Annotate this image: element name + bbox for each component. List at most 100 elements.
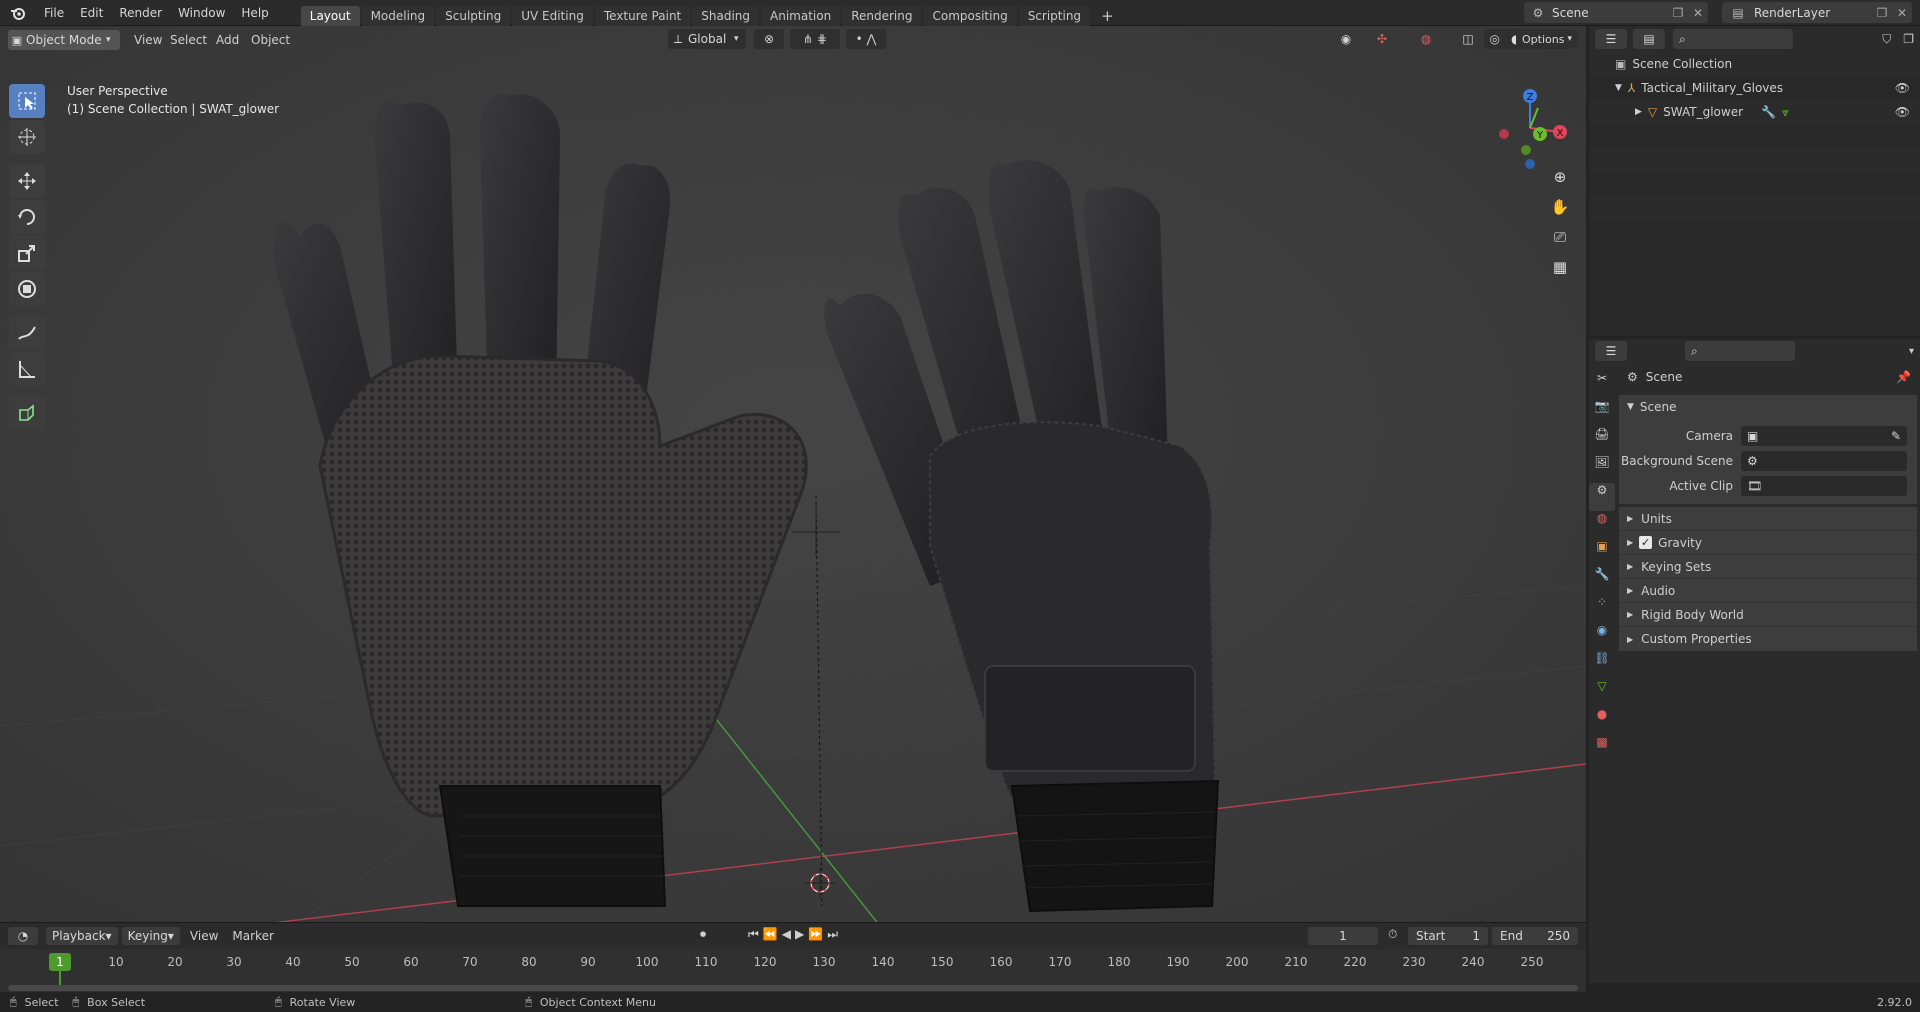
next-keyframe-icon[interactable]: ⏩ (808, 927, 827, 941)
playback-menu[interactable]: Playback ▾ (46, 927, 118, 945)
3d-viewport[interactable]: ▣ Object Mode ▾ View Select Add Object ⟂… (0, 26, 1586, 922)
tab-scripting[interactable]: Scripting (1018, 5, 1091, 26)
menu-edit[interactable]: Edit (72, 0, 111, 26)
pin-icon[interactable]: 📌 (1896, 370, 1911, 384)
particles-tab-icon[interactable]: ⁘ (1589, 595, 1615, 623)
tab-shading[interactable]: Shading (692, 5, 759, 26)
overlays-toggle-icon[interactable]: ◍ (1410, 29, 1442, 49)
scene-section-header[interactable]: ▼ Scene (1619, 395, 1917, 419)
jump-start-icon[interactable]: ⏮ (748, 927, 763, 941)
tab-rendering[interactable]: Rendering (842, 5, 922, 26)
viewport-menu-add[interactable]: Add (210, 30, 245, 50)
custom-properties-subpanel[interactable]: ▶ Custom Properties (1619, 627, 1917, 651)
expand-arrow-icon[interactable]: ▶ (1635, 107, 1642, 117)
keying-menu[interactable]: Keying ▾ (121, 927, 180, 945)
start-frame-field[interactable]: Start 1 (1408, 927, 1488, 945)
outliner-row-root[interactable]: ▣ Scene Collection (1589, 52, 1920, 76)
timeline-menu-view[interactable]: View (190, 929, 218, 943)
proportional-edit-icon[interactable]: • ⋀ (846, 29, 886, 49)
eye-icon[interactable]: 👁 (1895, 105, 1910, 119)
scene-selector[interactable]: ⚙ Scene ❐ ✕ (1524, 2, 1708, 23)
material-tab-icon[interactable]: ● (1589, 707, 1615, 735)
outliner-row-object[interactable]: ▶ ▽ SWAT_glower 🔧 ⩔ 👁 (1589, 100, 1920, 124)
rotate-tool[interactable] (9, 200, 45, 234)
constraints-tab-icon[interactable]: ⛓ (1589, 651, 1615, 679)
editor-type-icon[interactable]: ☰ (1595, 29, 1627, 49)
outliner-row-collection[interactable]: ▼ ⅄ Tactical_Military_Gloves 👁 (1589, 76, 1920, 100)
tab-compositing[interactable]: Compositing (923, 5, 1017, 26)
display-mode-icon[interactable]: ▤ (1633, 29, 1665, 49)
tab-sculpting[interactable]: Sculpting (436, 5, 511, 26)
delete-scene-icon[interactable]: ✕ (1688, 6, 1708, 20)
camera-field[interactable]: ▣ ✎ (1741, 425, 1907, 446)
viewport-menu-object[interactable]: Object (245, 30, 296, 50)
tool-settings-tab-icon[interactable]: ✂ (1589, 371, 1615, 399)
add-workspace-icon[interactable]: + (1092, 6, 1123, 26)
filter-icon[interactable]: ⛉ (1882, 32, 1891, 47)
rigid-body-world-subpanel[interactable]: ▶ Rigid Body World (1619, 603, 1917, 627)
texture-tab-icon[interactable]: ▩ (1589, 735, 1615, 763)
end-frame-field[interactable]: End 250 (1492, 927, 1578, 945)
transform-orientation-dropdown[interactable]: ⟂ Global ▾ (668, 29, 746, 49)
zoom-icon[interactable]: ⊕ (1548, 168, 1572, 198)
select-box-tool[interactable] (9, 84, 45, 118)
audio-subpanel[interactable]: ▶ Audio (1619, 579, 1917, 603)
outliner-search-input[interactable]: ⌕ (1673, 29, 1793, 49)
play-reverse-icon[interactable]: ◀ (782, 927, 795, 941)
new-collection-icon[interactable]: ❐ (1903, 32, 1914, 46)
physics-tab-icon[interactable]: ◉ (1589, 623, 1615, 651)
transform-tool[interactable] (9, 272, 45, 306)
keying-sets-subpanel[interactable]: ▶ Keying Sets (1619, 555, 1917, 579)
menu-help[interactable]: Help (233, 0, 276, 26)
gizmo-toggle-icon[interactable]: ✣ (1366, 29, 1398, 49)
active-clip-field[interactable]: 🎞 (1741, 475, 1907, 496)
properties-search-input[interactable]: ⌕ (1685, 341, 1795, 361)
eyedropper-icon[interactable]: ✎ (1891, 429, 1901, 443)
object-tab-icon[interactable]: ▣ (1589, 539, 1615, 567)
move-tool[interactable] (9, 164, 45, 198)
pivot-point-icon[interactable]: ⊗ (754, 29, 784, 49)
chevron-down-icon[interactable]: ▾ (1909, 346, 1914, 357)
output-tab-icon[interactable]: 🖨 (1589, 427, 1615, 455)
editor-type-icon[interactable]: ☰ (1595, 341, 1627, 361)
add-cube-tool[interactable] (9, 396, 45, 430)
play-icon[interactable]: ▶ (795, 927, 808, 941)
modifier-icon[interactable]: 🔧 (1761, 105, 1776, 119)
modifiers-tab-icon[interactable]: 🔧 (1589, 567, 1615, 595)
menu-window[interactable]: Window (170, 0, 233, 26)
tab-texture-paint[interactable]: Texture Paint (594, 5, 691, 26)
current-frame-field[interactable]: 1 (1308, 927, 1378, 945)
tab-uv-editing[interactable]: UV Editing (512, 5, 593, 26)
expand-arrow-icon[interactable]: ▼ (1615, 83, 1622, 93)
clock-icon[interactable]: ⏱ (1388, 927, 1397, 942)
viewport-menu-select[interactable]: Select (164, 30, 213, 50)
gravity-checkbox[interactable]: ✓ (1639, 536, 1653, 549)
scale-tool[interactable] (9, 236, 45, 270)
prev-keyframe-icon[interactable]: ⏪ (763, 927, 782, 941)
camera-view-icon[interactable]: ⎚ (1548, 228, 1572, 258)
jump-end-icon[interactable]: ⏭ (827, 927, 842, 941)
options-dropdown[interactable]: Options ▾ (1516, 30, 1578, 48)
record-icon[interactable]: ⏺ (700, 927, 706, 942)
blender-logo-icon[interactable] (0, 0, 36, 26)
tab-layout[interactable]: Layout (300, 5, 360, 26)
background-scene-field[interactable]: ⚙ (1741, 450, 1907, 471)
wireframe-shading-icon[interactable]: ◎ (1490, 32, 1500, 46)
eye-icon[interactable]: 👁 (1895, 81, 1910, 95)
measure-tool[interactable] (9, 352, 45, 386)
copy-layer-icon[interactable]: ❐ (1872, 6, 1892, 20)
mesh-data-icon[interactable]: ⩔ (1782, 105, 1789, 120)
view-layer-selector[interactable]: ▤ RenderLayer ❐ ✕ (1722, 2, 1912, 23)
xray-toggle-icon[interactable]: ◫ (1458, 29, 1478, 49)
mode-dropdown[interactable]: ▣ Object Mode ▾ (8, 30, 120, 50)
viewport-menu-view[interactable]: View (128, 30, 168, 50)
world-tab-icon[interactable]: ◍ (1589, 511, 1615, 539)
view-layer-tab-icon[interactable]: 🖼 (1589, 455, 1615, 483)
perspective-toggle-icon[interactable]: ▦ (1548, 258, 1572, 288)
timeline-menu-marker[interactable]: Marker (232, 929, 273, 943)
mesh-data-tab-icon[interactable]: ▽ (1589, 679, 1615, 707)
navigation-gizmo[interactable]: Z X Y (1490, 82, 1570, 172)
cursor-tool[interactable] (9, 120, 45, 154)
copy-scene-icon[interactable]: ❐ (1668, 6, 1688, 20)
timeline-scrollbar[interactable] (8, 985, 1578, 991)
